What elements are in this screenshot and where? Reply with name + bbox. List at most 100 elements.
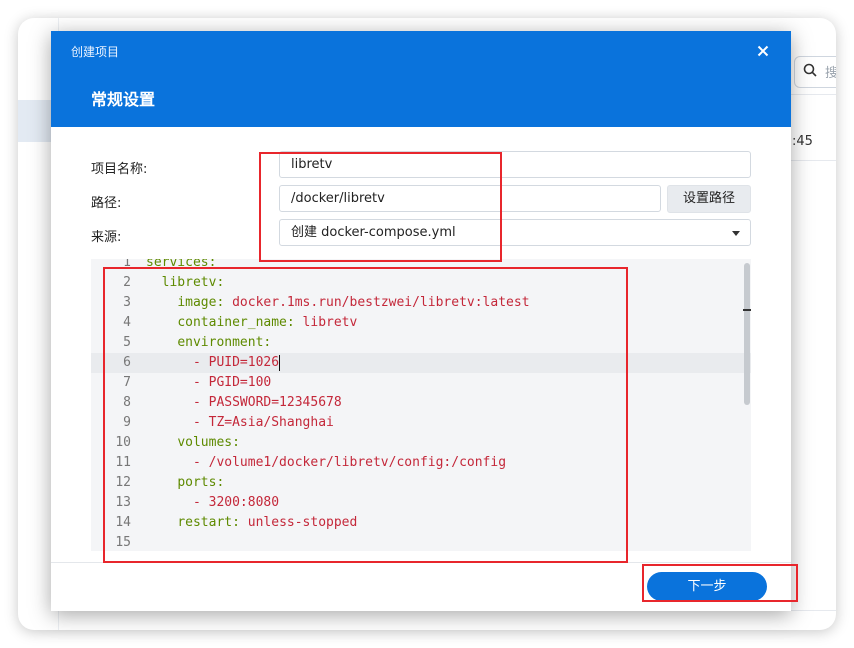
list-time-fragment: :45: [792, 134, 813, 149]
line-number: 1: [123, 259, 131, 270]
code-text: - PASSWORD=12345678: [146, 393, 342, 413]
code-line[interactable]: 6 - PUID=1026: [91, 353, 751, 373]
code-text: volumes:: [146, 433, 240, 453]
table-divider: [790, 160, 836, 161]
code-line[interactable]: 2 libretv:: [91, 273, 751, 293]
line-number: 11: [115, 455, 131, 470]
code-text: image: docker.1ms.run/bestzwei/libretv:l…: [146, 293, 530, 313]
yaml-key: environment:: [177, 335, 272, 350]
yaml-value: - TZ=Asia/Shanghai: [192, 415, 334, 430]
code-line[interactable]: 11 - /volume1/docker/libretv/config:/con…: [91, 453, 751, 473]
yaml-value: unless-stopped: [239, 515, 358, 530]
code-line[interactable]: 14 restart: unless-stopped: [91, 513, 751, 533]
line-number: 2: [123, 275, 131, 290]
yaml-key: volumes:: [177, 435, 240, 450]
code-line[interactable]: 4 container_name: libretv: [91, 313, 751, 333]
set-path-button[interactable]: 设置路径: [667, 185, 751, 213]
search-icon: [803, 63, 817, 77]
search-box[interactable]: 搜: [794, 56, 836, 88]
code-line[interactable]: 8 - PASSWORD=12345678: [91, 393, 751, 413]
dialog-title: 创建项目: [71, 45, 120, 59]
path-input[interactable]: /docker/libretv: [279, 185, 661, 212]
code-line[interactable]: 1 services:: [91, 259, 751, 273]
yaml-value: libretv: [294, 315, 358, 330]
line-number: 15: [115, 535, 131, 550]
code-line[interactable]: 7 - PGID=100: [91, 373, 751, 393]
code-line[interactable]: 5 environment:: [91, 333, 751, 353]
line-number: 10: [115, 435, 131, 450]
code-text: libretv:: [146, 273, 225, 293]
code-line[interactable]: 10 volumes:: [91, 433, 751, 453]
line-number: 14: [115, 515, 131, 530]
dialog-header: 创建项目 常规设置: [51, 31, 791, 127]
text-cursor: [279, 354, 281, 371]
table-divider: [790, 94, 836, 95]
code-text: restart: unless-stopped: [146, 513, 357, 533]
line-number: 7: [123, 375, 131, 390]
close-icon[interactable]: [751, 39, 775, 63]
code-text: services:: [146, 259, 216, 273]
code-text: environment:: [146, 333, 271, 353]
source-label: 来源:: [91, 230, 122, 245]
line-number: 12: [115, 475, 131, 490]
line-number: 5: [123, 335, 131, 350]
line-number: 6: [123, 355, 131, 370]
yaml-key: ports:: [177, 475, 225, 490]
line-number: 9: [123, 415, 131, 430]
code-text: - PGID=100: [146, 373, 271, 393]
yaml-value: - PASSWORD=12345678: [192, 395, 342, 410]
yaml-value: - PGID=100: [192, 375, 272, 390]
code-text: - TZ=Asia/Shanghai: [146, 413, 334, 433]
yaml-key: image:: [177, 295, 225, 310]
code-text: - /volume1/docker/libretv/config:/config: [146, 453, 506, 473]
line-number: 3: [123, 295, 131, 310]
line-number: 13: [115, 495, 131, 510]
code-text: - 3200:8080: [146, 493, 279, 513]
code-line[interactable]: 12 ports:: [91, 473, 751, 493]
create-project-dialog: 创建项目 常规设置 项目名称: libretv 路径: /docker/libr…: [51, 31, 791, 611]
line-number: 4: [123, 315, 131, 330]
editor-scrollbar[interactable]: [744, 263, 750, 405]
compose-code-editor[interactable]: 15 14 restart: unless-stopped 13 - 3200:80…: [91, 259, 751, 551]
dialog-footer-divider: [51, 562, 791, 563]
source-select-value: 创建 docker-compose.yml: [291, 225, 456, 240]
yaml-value: - /volume1/docker/libretv/config:/config: [192, 455, 507, 470]
project-name-input[interactable]: libretv: [279, 151, 751, 178]
dropdown-arrow-icon[interactable]: [732, 231, 740, 236]
editor-scroll-marker: [743, 309, 751, 311]
yaml-value: - 3200:8080: [192, 495, 280, 510]
search-placeholder: 搜: [825, 66, 836, 81]
path-label: 路径:: [91, 196, 122, 211]
code-text: ports:: [146, 473, 224, 493]
yaml-key: restart:: [177, 515, 240, 530]
code-text: container_name: libretv: [146, 313, 357, 333]
code-text: - PUID=1026: [146, 353, 281, 373]
yaml-key: libretv:: [161, 275, 225, 290]
yaml-key: container_name:: [177, 315, 295, 330]
code-line[interactable]: 15: [91, 533, 751, 551]
yaml-value: docker.1ms.run/bestzwei/libretv:latest: [224, 295, 530, 310]
next-button[interactable]: 下一步: [647, 572, 767, 601]
code-line[interactable]: 3 image: docker.1ms.run/bestzwei/libretv…: [91, 293, 751, 313]
yaml-value: - PUID=1026: [192, 355, 280, 370]
code-line[interactable]: 9 - TZ=Asia/Shanghai: [91, 413, 751, 433]
yaml-key: services:: [146, 259, 217, 270]
dialog-subtitle: 常规设置: [91, 90, 156, 109]
source-select[interactable]: 创建 docker-compose.yml: [279, 219, 751, 246]
line-number: 8: [123, 395, 131, 410]
code-line[interactable]: 13 - 3200:8080: [91, 493, 751, 513]
project-name-label: 项目名称:: [91, 162, 148, 177]
